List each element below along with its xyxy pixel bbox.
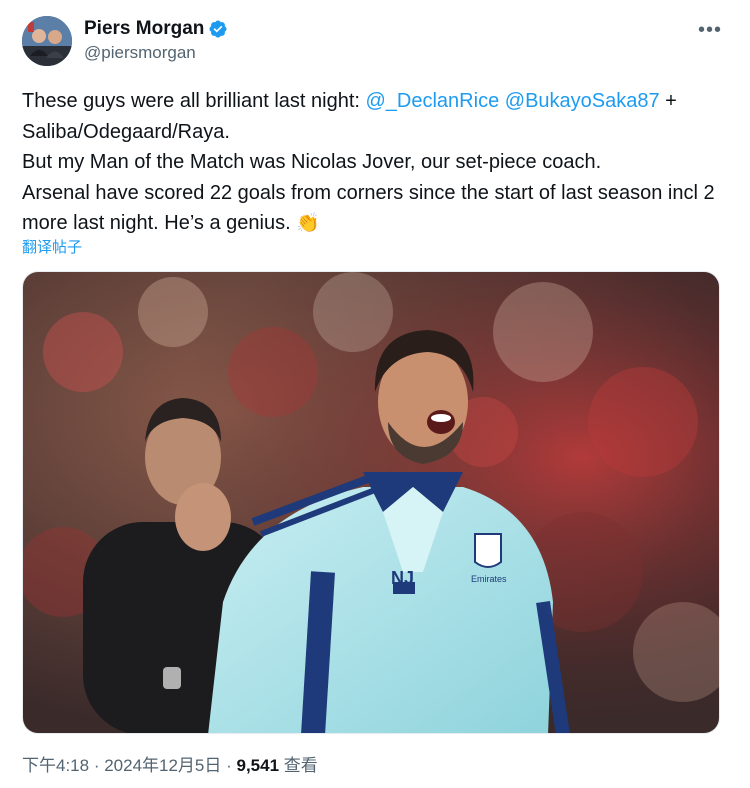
mention-declanrice[interactable]: @_DeclanRice [366,90,500,112]
more-options-button[interactable]: ••• [697,19,722,41]
author-name[interactable]: Piers Morgan [84,17,204,41]
tweet-time[interactable]: 下午4:18 [22,756,89,775]
tweet-photo[interactable]: NJ Emirates [22,271,720,734]
tweet-meta: 下午4:18 · 2024年12月5日 · 9,541 查看 [22,754,318,778]
svg-text:Emirates: Emirates [471,574,507,584]
verified-badge-icon[interactable] [208,19,228,39]
tweet-text: These guys were all brilliant last night… [22,86,722,240]
meta-separator: · [221,756,237,775]
view-count: 9,541 [236,756,280,775]
clapping-hands-icon: 👏 [296,213,320,234]
avatar[interactable] [22,16,72,66]
tweet-card: Piers Morgan @piersmorgan ••• These guys… [0,0,750,788]
more-horizontal-icon: ••• [697,19,722,41]
meta-separator: · [89,756,105,775]
author-names: Piers Morgan @piersmorgan [84,17,228,65]
translate-post-link[interactable]: 翻译帖子 [22,236,82,257]
tweet-header: Piers Morgan @piersmorgan [22,16,228,66]
avatar-photo-icon [22,16,72,66]
tweet-date[interactable]: 2024年12月5日 [104,756,221,775]
mention-bukayosaka87[interactable]: @BukayoSaka87 [505,90,660,112]
author-handle[interactable]: @piersmorgan [84,41,228,65]
photo-coaches-icon: NJ Emirates [23,272,719,733]
views-label: 查看 [279,756,318,775]
tweet-text-line2: But my Man of the Match was Nicolas Jove… [22,151,602,173]
tweet-text-part1: These guys were all brilliant last night… [22,90,366,112]
tweet-text-line3: Arsenal have scored 22 goals from corner… [22,181,715,235]
shirt-initials: NJ [391,568,414,588]
